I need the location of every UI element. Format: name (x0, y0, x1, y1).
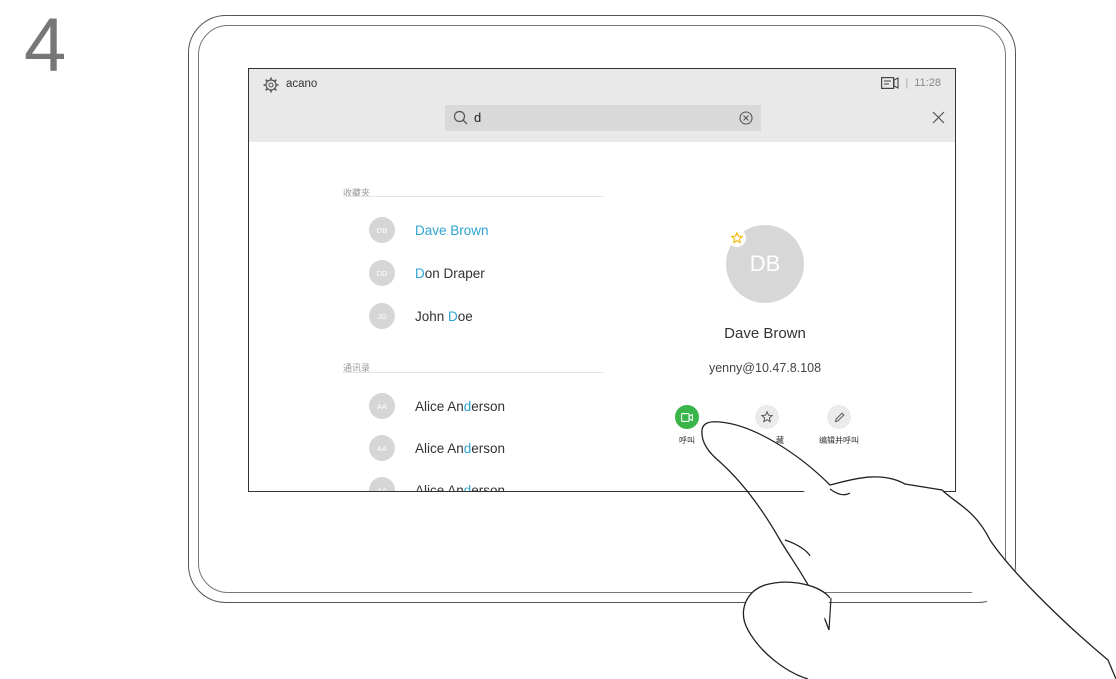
pointing-hand-illustration (701, 421, 1116, 679)
